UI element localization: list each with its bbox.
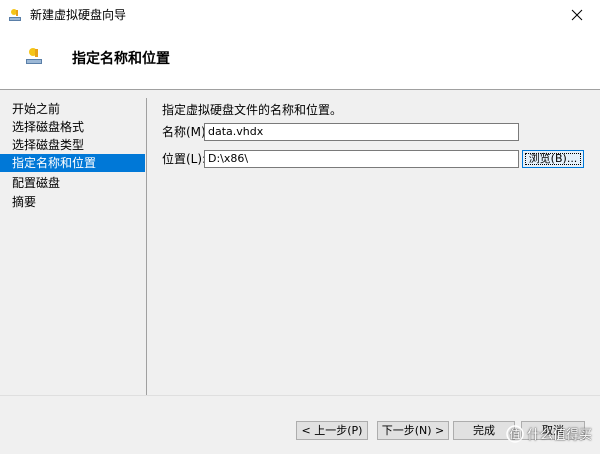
focus-rect [525, 153, 581, 165]
name-label: 名称(M): [162, 125, 210, 139]
next-button[interactable]: 下一步(N) > [377, 421, 449, 440]
title-bar: 新建虚拟硬盘向导 [0, 0, 600, 30]
step-specify-name-location[interactable]: 指定名称和位置 [0, 154, 145, 172]
location-label: 位置(L): [162, 152, 207, 166]
step-choose-disk-format[interactable]: 选择磁盘格式 [0, 118, 145, 136]
name-input[interactable]: data.vhdx [204, 123, 519, 141]
location-input[interactable]: D:\x86\ [204, 150, 519, 168]
watermark-logo-icon: 值 [506, 424, 524, 443]
page-description: 指定虚拟硬盘文件的名称和位置。 [162, 103, 343, 117]
svg-text:值: 值 [509, 428, 520, 441]
step-before-you-begin[interactable]: 开始之前 [0, 100, 145, 118]
virtual-disk-icon [26, 48, 42, 64]
sidebar-divider [146, 98, 147, 395]
footer-divider [0, 395, 600, 396]
wizard-window: 新建虚拟硬盘向导 指定名称和位置 开始之前 选择磁盘格式 选择磁盘类型 指定名称… [0, 0, 600, 454]
virtual-disk-icon [9, 9, 21, 21]
wizard-steps: 开始之前 选择磁盘格式 选择磁盘类型 指定名称和位置 配置磁盘 摘要 [0, 90, 147, 395]
step-summary[interactable]: 摘要 [0, 193, 145, 211]
step-choose-disk-type[interactable]: 选择磁盘类型 [0, 136, 145, 154]
watermark-text: 什么值得买 [526, 428, 592, 443]
watermark: 值 什么值得买 [506, 424, 592, 443]
close-icon [571, 9, 583, 21]
step-configure-disk[interactable]: 配置磁盘 [0, 174, 145, 192]
wizard-header: 指定名称和位置 [0, 30, 600, 90]
page-title: 指定名称和位置 [72, 51, 170, 67]
close-button[interactable] [554, 0, 600, 30]
browse-button[interactable]: 浏览(B)... [522, 150, 584, 168]
previous-button[interactable]: < 上一步(P) [296, 421, 368, 440]
window-title: 新建虚拟硬盘向导 [30, 8, 127, 22]
